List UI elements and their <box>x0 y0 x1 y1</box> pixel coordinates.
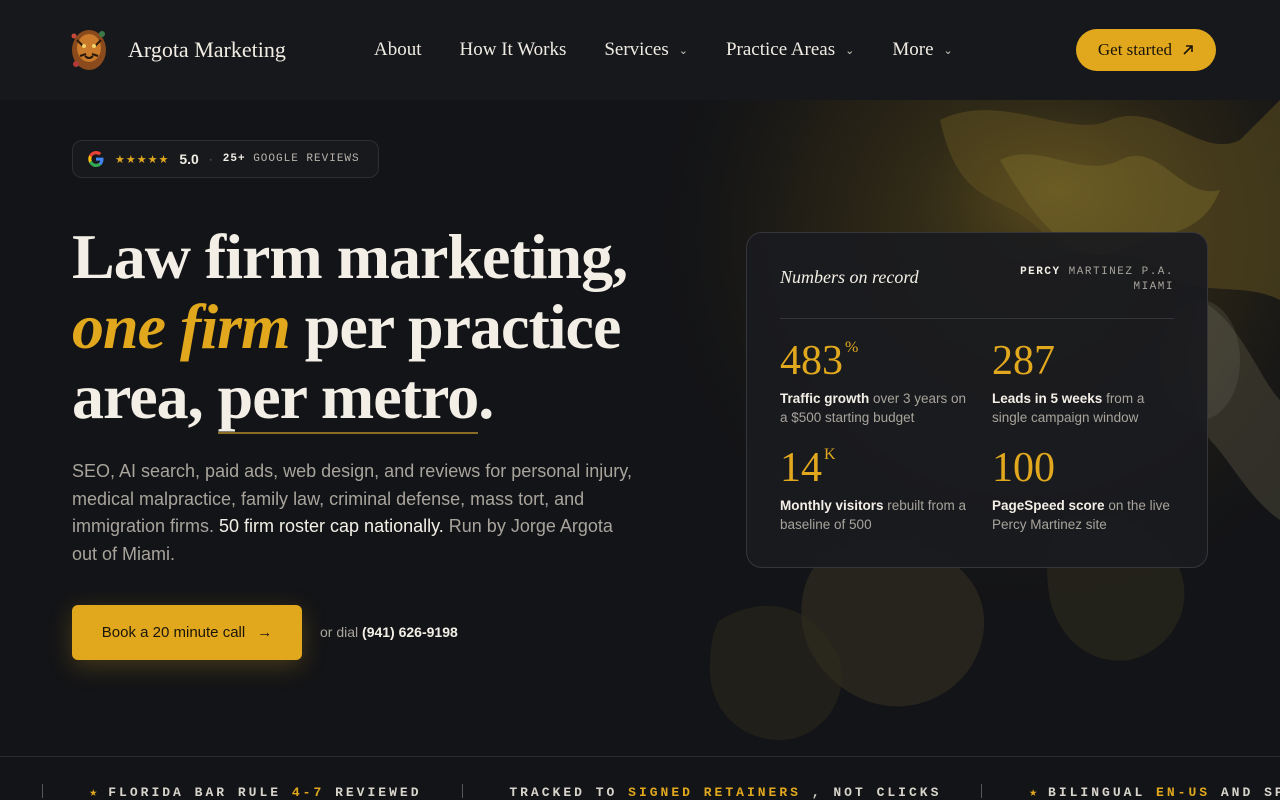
stat-description: Leads in 5 weeks from a single campaign … <box>992 389 1182 427</box>
lede-highlight: 50 firm roster cap nationally. <box>219 516 444 536</box>
ticker-text: , NOT CLICKS <box>800 785 942 800</box>
nav-services[interactable]: Services ⌄ <box>604 39 688 61</box>
get-started-label: Get started <box>1097 40 1172 59</box>
nav-how-it-works[interactable]: How It Works <box>460 39 567 61</box>
trust-ticker: LY ★ FLORIDA BAR RULE 4-7 REVIEWED TRACKE… <box>0 756 1280 800</box>
ticker-text: BILINGUAL <box>1048 785 1157 800</box>
ticker-text: FLORIDA BAR RULE <box>108 785 292 800</box>
ticker-row: LY ★ FLORIDA BAR RULE 4-7 REVIEWED TRACKE… <box>0 784 1280 800</box>
stat-number: 287 <box>992 338 1055 384</box>
stat-traffic-growth: 483% Traffic growth over 3 years on a $5… <box>780 339 970 427</box>
headline-accent: one firm <box>72 291 291 362</box>
get-started-button[interactable]: Get started <box>1075 29 1216 71</box>
nav-practice-areas[interactable]: Practice Areas ⌄ <box>726 39 854 61</box>
stat-monthly-visitors: 14 K Monthly visitors rebuilt from a base… <box>780 446 970 534</box>
ticker-item: TRACKED TO SIGNED RETAINERS , NOT CLICKS <box>509 785 941 800</box>
reviews-count: 25+ GOOGLE REVIEWS <box>223 153 360 165</box>
ticker-highlight: 4-7 <box>291 785 325 800</box>
rating-score: 5.0 <box>179 151 199 167</box>
main-nav: About How It Works Services ⌄ Practice Ar… <box>374 39 953 61</box>
ticker-separator <box>461 784 463 798</box>
dial-phone: or dial (941) 626-9198 <box>320 624 458 640</box>
stat-label: Leads in 5 weeks <box>992 391 1103 406</box>
star-icon: ★ <box>89 785 101 800</box>
stat-number: 100 <box>992 445 1055 491</box>
headline-period: . <box>478 361 494 432</box>
arrow-right-icon: → <box>257 624 273 641</box>
reviews-count-number: 25+ <box>222 153 246 165</box>
nav-more[interactable]: More ⌄ <box>892 39 952 61</box>
headline-line-3-start: area, <box>72 361 218 432</box>
stat-number: 483 <box>780 338 843 384</box>
headline-line-1: Law firm marketing, <box>72 221 628 292</box>
chevron-down-icon: ⌄ <box>943 44 953 57</box>
book-call-button[interactable]: Book a 20 minute call → <box>72 605 302 660</box>
hero-description: SEO, AI search, paid ads, web design, an… <box>72 458 632 568</box>
nav-services-label: Services <box>604 39 669 60</box>
ticker-text: AND SP <box>1210 785 1280 800</box>
numbers-on-record-card: Numbers on record PERCY MARTINEZ P.A. MI… <box>746 232 1208 568</box>
ticker-fragment: LY <box>0 785 2 800</box>
stat-value: 14 K <box>780 446 970 490</box>
dial-prefix: or dial <box>320 624 363 640</box>
stat-value: 100 <box>992 446 1182 490</box>
nav-about[interactable]: About <box>374 39 422 61</box>
logo-link[interactable]: Argota Marketing <box>68 26 374 74</box>
stat-label: Monthly visitors <box>780 498 884 513</box>
ticker-text: REVIEWED <box>324 785 422 800</box>
stat-description: PageSpeed score on the live Percy Martin… <box>992 496 1182 534</box>
separator-dot: · <box>208 152 213 166</box>
star-icon: ★ <box>1029 785 1041 800</box>
ticker-highlight: EN-US <box>1156 785 1211 800</box>
hero-headline: Law firm marketing, one firm per practic… <box>72 221 672 434</box>
site-header: Argota Marketing About How It Works Serv… <box>0 0 1280 100</box>
stat-number: 14 <box>780 445 822 491</box>
google-icon <box>88 151 104 167</box>
stat-value: 483% <box>780 339 970 383</box>
reviews-label: GOOGLE REVIEWS <box>253 153 360 165</box>
stat-description: Monthly visitors rebuilt from a baseline… <box>780 496 970 534</box>
nav-more-label: More <box>892 39 934 60</box>
headline-line-2: per practice <box>289 291 622 362</box>
client-city: MIAMI <box>1133 281 1174 293</box>
client-name-rest: MARTINEZ P.A. <box>1060 266 1174 278</box>
stat-label: PageSpeed score <box>992 498 1105 513</box>
nav-about-label: About <box>374 39 422 60</box>
card-divider <box>780 318 1174 319</box>
google-reviews-badge: ★★★★★ 5.0 · 25+ GOOGLE REVIEWS <box>72 140 379 178</box>
ticker-item: ★ BILINGUAL EN-US AND SP <box>1029 785 1280 800</box>
stat-pagespeed: 100 PageSpeed score on the live Percy Ma… <box>992 446 1182 534</box>
stat-leads: 287 Leads in 5 weeks from a single campa… <box>992 339 1182 427</box>
stat-unit: % <box>845 339 859 356</box>
tiger-logo-icon <box>71 30 106 70</box>
phone-link[interactable]: (941) 626-9198 <box>362 624 458 640</box>
card-client: PERCY MARTINEZ P.A. MIAMI <box>1004 265 1174 295</box>
ticker-text: TRACKED TO <box>509 785 629 800</box>
nav-practice-areas-label: Practice Areas <box>725 39 836 60</box>
chevron-down-icon: ⌄ <box>845 44 855 57</box>
ticker-separator <box>981 784 983 798</box>
ticker-separator <box>41 784 43 798</box>
rating-stars: ★★★★★ <box>115 153 170 166</box>
stat-description: Traffic growth over 3 years on a $500 st… <box>780 389 970 427</box>
stat-label: Traffic growth <box>780 391 870 406</box>
brand-name: Argota Marketing <box>128 37 286 62</box>
arrow-up-right-icon <box>1183 45 1193 55</box>
stat-unit: K <box>824 446 836 463</box>
book-call-label: Book a 20 minute call <box>101 624 246 641</box>
headline-underlined: per metro <box>217 361 479 434</box>
client-name-bold: PERCY <box>1020 266 1061 278</box>
ticker-highlight: SIGNED RETAINERS <box>628 785 801 800</box>
nav-how-it-works-label: How It Works <box>459 39 567 60</box>
ticker-item: ★ FLORIDA BAR RULE 4-7 REVIEWED <box>89 785 421 800</box>
stat-value: 287 <box>992 339 1182 383</box>
card-title: Numbers on record <box>780 267 919 287</box>
chevron-down-icon: ⌄ <box>678 44 688 57</box>
